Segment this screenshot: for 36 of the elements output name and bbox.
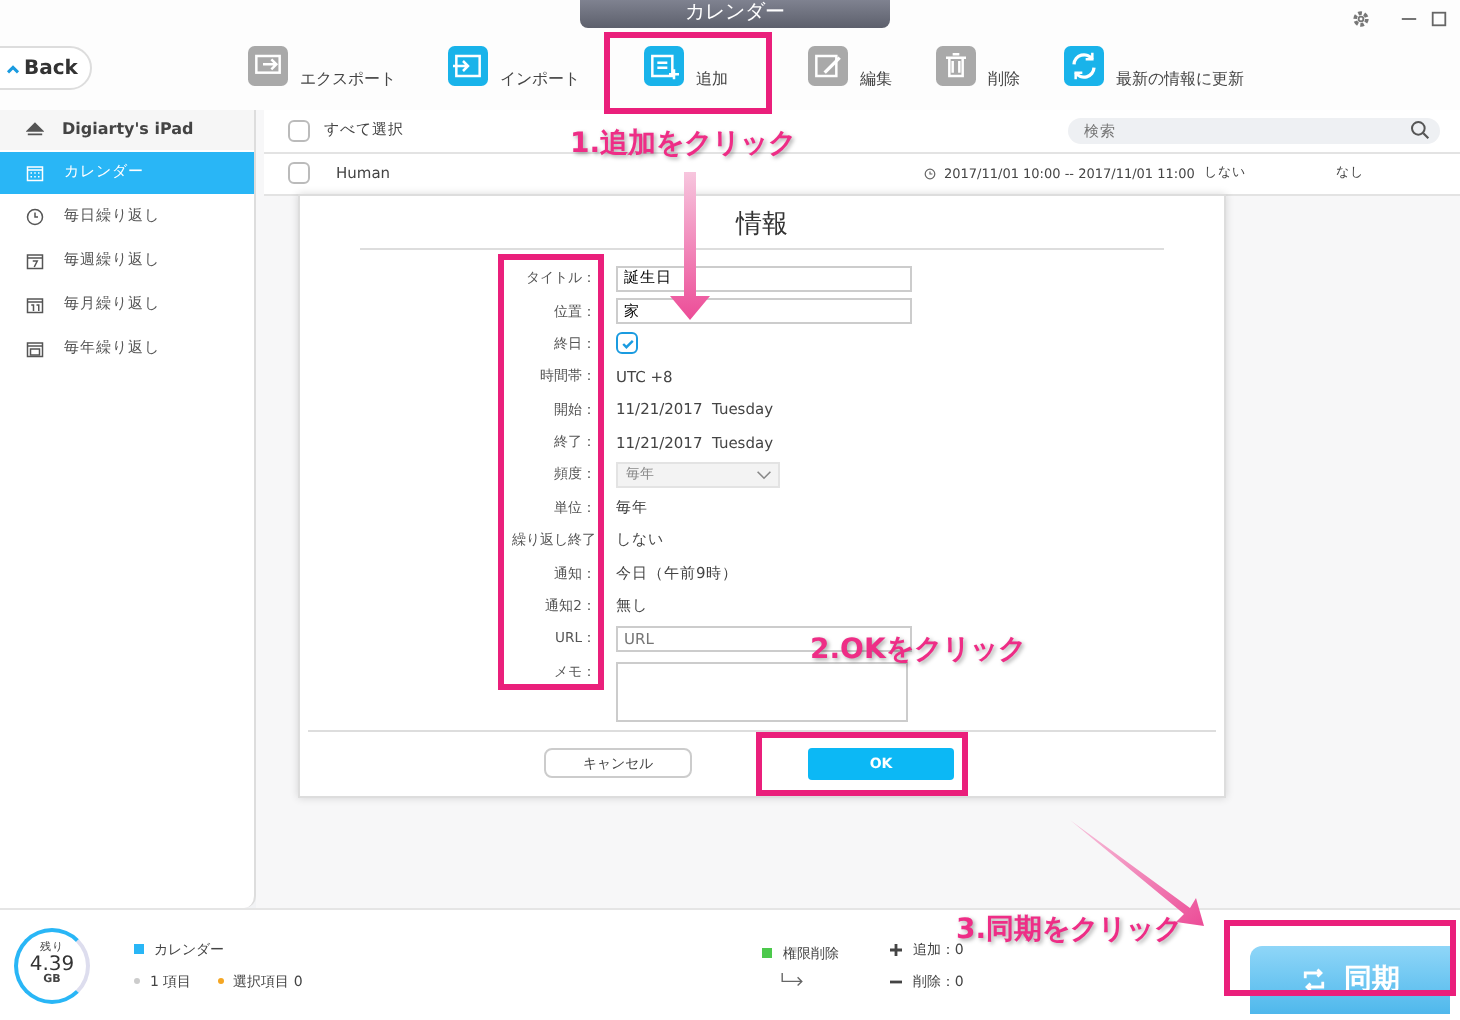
all-day-checkbox[interactable] [616,332,638,355]
calendar-icon [26,251,44,270]
edit-icon [808,46,848,87]
import-icon [448,46,488,87]
window-title: カレンダー [580,0,890,28]
select-all-checkbox[interactable] [288,119,310,142]
settings-icon[interactable] [1350,7,1372,29]
trash-icon [936,46,976,87]
toolbar-button[interactable]: インポート [448,46,580,91]
eject-icon [26,120,44,139]
export-icon [248,46,288,87]
calendar-icon [26,163,44,182]
caret-icon [756,469,772,480]
toolbar-button[interactable]: 最新の情報に更新 [1064,46,1244,91]
check-icon [619,335,635,352]
refresh-icon [1300,965,1328,994]
memo-field[interactable] [616,661,908,722]
calendar-icon [26,295,44,314]
maximize-icon[interactable] [1430,9,1448,27]
toolbar-button[interactable]: 追加 [644,46,728,91]
chevron-up-icon [6,63,20,74]
callout-text: 3.同期をクリック [956,912,1183,946]
plus-icon [890,943,903,956]
clock-icon [924,167,936,180]
row-checkbox[interactable] [288,162,310,185]
search-icon[interactable] [1410,120,1430,141]
add-icon [644,46,684,87]
legend-dot [134,978,140,985]
clock-icon [26,207,44,226]
minus-icon [890,975,903,988]
callout-text: 1.追加をクリック [570,126,797,162]
back-button[interactable]: Back [0,46,92,91]
bent-arrow-icon [778,971,807,988]
device-name: Digiarty's iPad [62,120,194,139]
calendar-icon [26,339,44,358]
refresh-icon [1064,46,1104,87]
